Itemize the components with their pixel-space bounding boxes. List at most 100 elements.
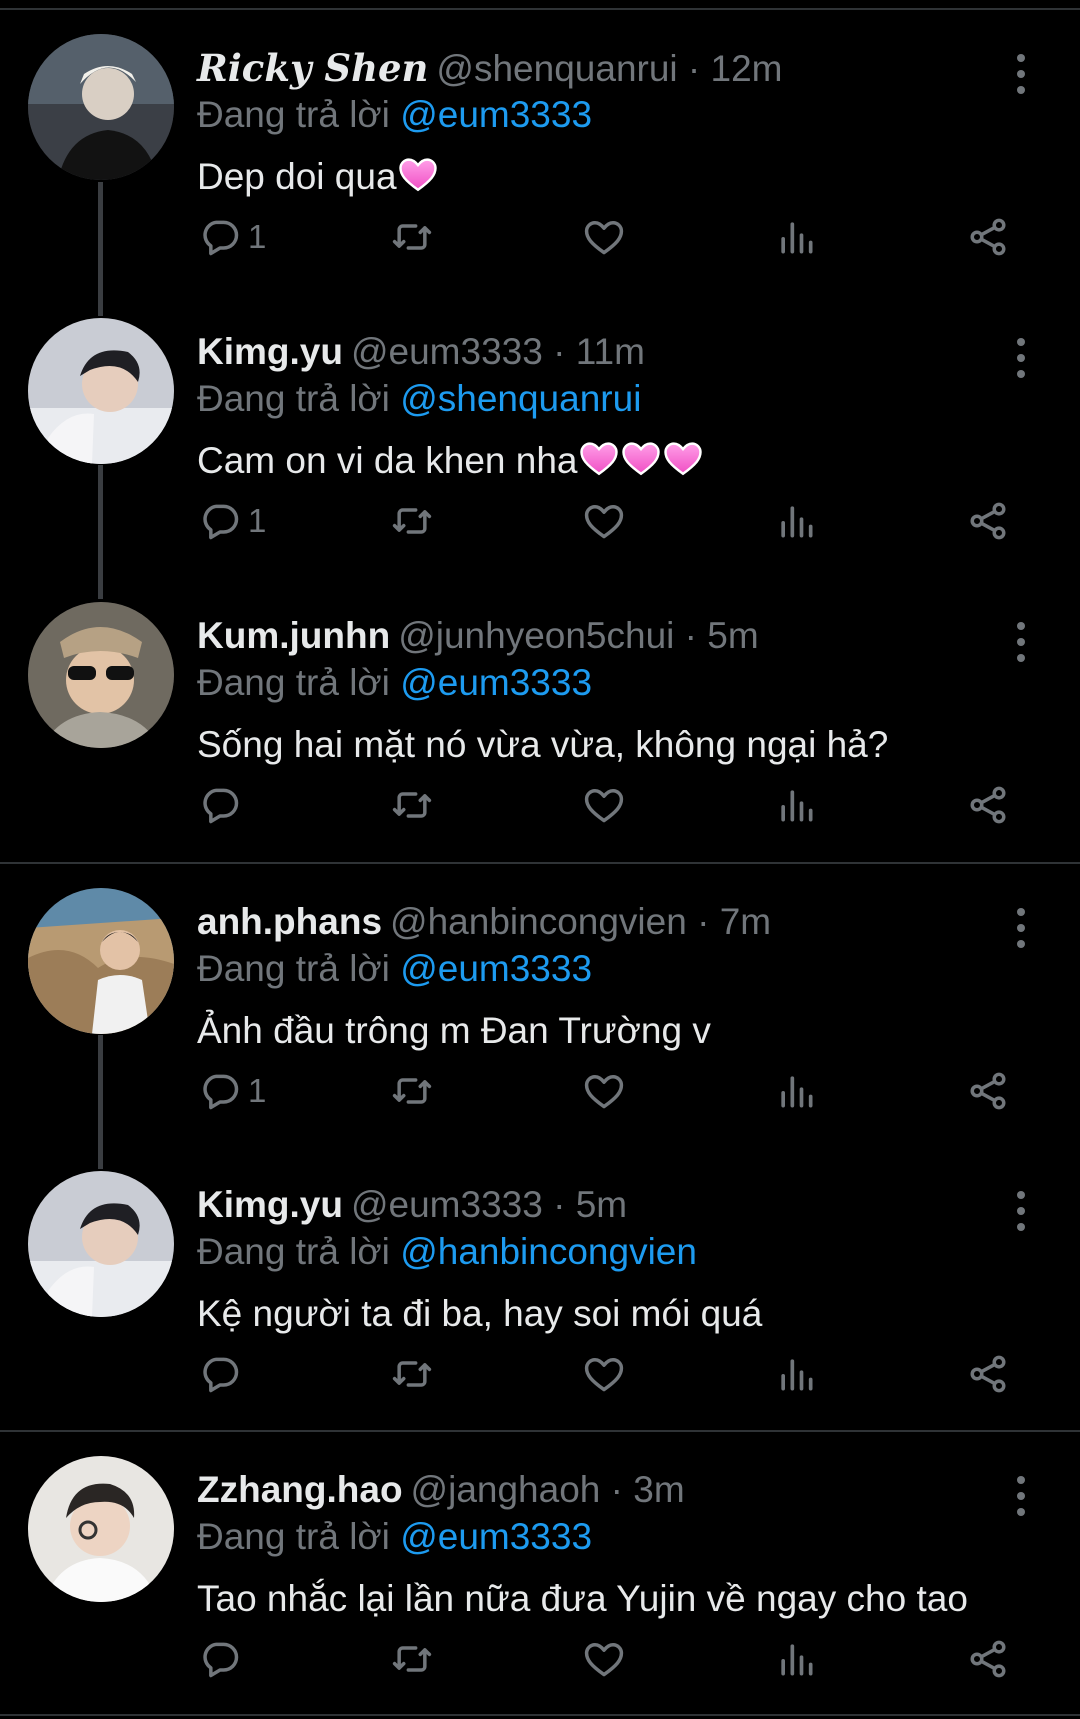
like-button[interactable] <box>582 212 626 262</box>
reply-prefix: Đang trả lời <box>197 378 390 419</box>
action-bar: 1 <box>0 496 1080 546</box>
retweet-button[interactable] <box>390 1349 434 1399</box>
share-button[interactable] <box>966 496 1010 546</box>
more-icon[interactable] <box>1006 1191 1036 1231</box>
tweet[interactable]: Kimg.yu @eum3333 · 5m Đang trả lời @hanbi… <box>0 1147 1080 1430</box>
tweet-header: Ricky Shen @shenquanrui · 12m <box>197 43 783 93</box>
retweet-button[interactable] <box>390 496 434 546</box>
more-icon[interactable] <box>1006 908 1036 948</box>
more-icon[interactable] <box>1006 1476 1036 1516</box>
display-name[interactable]: Zzhang.hao <box>197 1469 403 1510</box>
share-button[interactable] <box>966 1634 1010 1684</box>
reply-prefix: Đang trả lời <box>197 1516 390 1557</box>
tweet[interactable]: anh.phans @hanbincongvien · 7m Đang trả l… <box>0 864 1080 1147</box>
views-icon <box>781 1359 813 1391</box>
share-icon <box>970 1072 1006 1110</box>
share-button[interactable] <box>966 1349 1010 1399</box>
display-name[interactable]: Kum.junhn <box>197 615 390 656</box>
mention-link[interactable]: @eum3333 <box>400 948 592 989</box>
top-divider <box>0 0 1080 10</box>
like-button[interactable] <box>582 1349 626 1399</box>
tweet-text-body: Ảnh đầu trông m Đan Trường v <box>197 1010 711 1051</box>
like-button[interactable] <box>582 496 626 546</box>
views-button[interactable] <box>774 1349 818 1399</box>
reply-button[interactable]: 1 <box>198 496 266 546</box>
retweet-button[interactable] <box>390 1634 434 1684</box>
handle-time: @janghaoh · 3m <box>410 1469 685 1510</box>
reply-button[interactable]: 1 <box>198 1066 266 1116</box>
tweet-header: Kimg.yu @eum3333 · 11m <box>197 327 645 377</box>
tweet[interactable]: Kimg.yu @eum3333 · 11m Đang trả lời @shen… <box>0 294 1080 577</box>
views-button[interactable] <box>774 780 818 830</box>
reply-button[interactable] <box>198 1349 248 1399</box>
views-button[interactable] <box>774 1634 818 1684</box>
views-icon <box>781 1076 813 1108</box>
retweet-button[interactable] <box>390 1066 434 1116</box>
tweet-text-body: Kệ người ta đi ba, hay soi mói quá <box>197 1293 763 1334</box>
display-name[interactable]: anh.phans <box>197 901 382 942</box>
like-icon <box>584 788 624 823</box>
tweet[interactable]: Zzhang.hao @janghaoh · 3m Đang trả lời @e… <box>0 1432 1080 1715</box>
like-button[interactable] <box>582 1634 626 1684</box>
mention-link[interactable]: @eum3333 <box>400 94 592 135</box>
display-name[interactable]: Kimg.yu <box>197 1184 343 1225</box>
views-icon <box>781 222 813 254</box>
share-icon <box>970 502 1006 540</box>
retweet-button[interactable] <box>390 780 434 830</box>
replying-to: Đang trả lời @eum3333 <box>197 658 592 708</box>
tweet-text-body: Cam on vi da khen nha <box>197 440 578 481</box>
display-name[interactable]: Ricky Shen <box>197 46 428 90</box>
views-icon <box>781 1644 813 1676</box>
action-bar <box>0 780 1080 830</box>
mention-link[interactable]: @hanbincongvien <box>400 1231 697 1272</box>
mention-link[interactable]: @eum3333 <box>400 1516 592 1557</box>
action-bar <box>0 1349 1080 1399</box>
mention-link[interactable]: @shenquanrui <box>400 378 641 419</box>
pink-heart-emoji-icon <box>620 437 662 479</box>
views-button[interactable] <box>774 496 818 546</box>
reply-prefix: Đang trả lời <box>197 1231 390 1272</box>
reply-icon <box>203 504 239 540</box>
tweet[interactable]: Ricky Shen @shenquanrui · 12m Đang trả lờ… <box>0 10 1080 293</box>
views-button[interactable] <box>774 212 818 262</box>
reply-icon <box>203 788 239 824</box>
display-name[interactable]: Kimg.yu <box>197 331 343 372</box>
like-icon <box>584 1074 624 1109</box>
share-button[interactable] <box>966 1066 1010 1116</box>
mention-link[interactable]: @eum3333 <box>400 662 592 703</box>
reply-button[interactable]: 1 <box>198 212 266 262</box>
views-button[interactable] <box>774 1066 818 1116</box>
avatar[interactable] <box>28 318 174 464</box>
tweet-text-body: Dep doi qua <box>197 156 397 197</box>
avatar[interactable] <box>28 602 174 748</box>
like-icon <box>584 504 624 539</box>
tweet-text: Ảnh đầu trông m Đan Trường v <box>197 1006 711 1056</box>
retweet-icon <box>392 1646 432 1672</box>
avatar[interactable] <box>28 1456 174 1602</box>
share-icon <box>970 1640 1006 1678</box>
reply-prefix: Đang trả lời <box>197 662 390 703</box>
reply-button[interactable] <box>198 1634 248 1684</box>
share-button[interactable] <box>966 780 1010 830</box>
views-icon <box>781 506 813 538</box>
like-button[interactable] <box>582 780 626 830</box>
tweet-text: Kệ người ta đi ba, hay soi mói quá <box>197 1289 762 1339</box>
tweet-header: Zzhang.hao @janghaoh · 3m <box>197 1465 685 1515</box>
tweet[interactable]: Kum.junhn @junhyeon5chui · 5m Đang trả lờ… <box>0 578 1080 861</box>
avatar[interactable] <box>28 34 174 180</box>
like-icon <box>584 1642 624 1677</box>
like-button[interactable] <box>582 1066 626 1116</box>
reply-button[interactable] <box>198 780 248 830</box>
avatar[interactable] <box>28 888 174 1034</box>
share-button[interactable] <box>966 212 1010 262</box>
more-icon[interactable] <box>1006 54 1036 94</box>
more-icon[interactable] <box>1006 622 1036 662</box>
tweet-text-body: Sống hai mặt nó vừa vừa, không ngại hả? <box>197 724 889 765</box>
replying-to: Đang trả lời @shenquanrui <box>197 374 641 424</box>
handle-time: @junhyeon5chui · 5m <box>398 615 759 656</box>
retweet-button[interactable] <box>390 212 434 262</box>
more-icon[interactable] <box>1006 338 1036 378</box>
handle-time: @eum3333 · 5m <box>350 1184 628 1225</box>
avatar[interactable] <box>28 1171 174 1317</box>
retweet-icon <box>392 508 432 534</box>
